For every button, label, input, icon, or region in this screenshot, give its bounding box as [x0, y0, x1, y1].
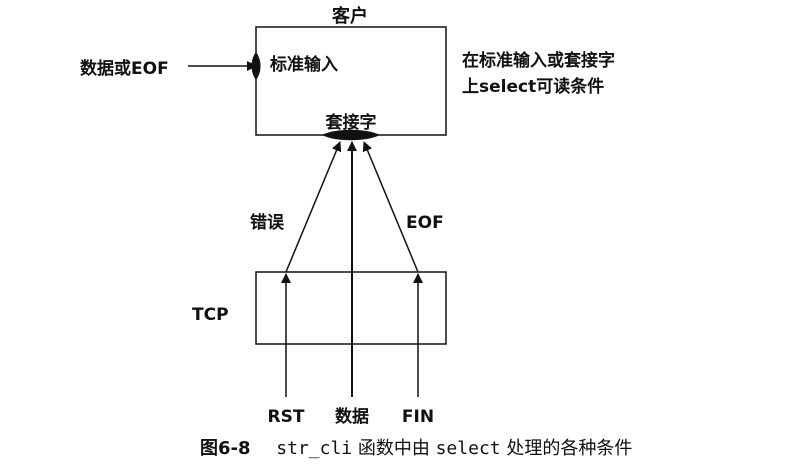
note-line-2: 上select可读条件 [462, 76, 604, 97]
fin-label: FIN [402, 407, 434, 427]
client-title: 客户 [332, 5, 368, 27]
caption-text-2: 处理的各种条件 [506, 438, 632, 459]
caption-select: select [436, 438, 501, 459]
stdin-port [251, 52, 261, 80]
eof-arrow [362, 141, 419, 273]
tcp-label: TCP [192, 305, 229, 325]
figure-caption: 图6-8 str_cli 函数中由 select 处理的各种条件 [200, 438, 632, 459]
caption-func: str_cli [276, 438, 352, 459]
note-line-1: 在标准输入或套接字 [462, 50, 615, 71]
stdin-label: 标准输入 [270, 54, 338, 75]
error-arrow [285, 141, 342, 273]
caption-figure-no: 图6-8 [200, 438, 251, 459]
rst-label: RST [268, 407, 305, 427]
eof-label: EOF [406, 213, 444, 233]
caption-text-1: 函数中由 [358, 438, 430, 459]
error-label: 错误 [250, 212, 285, 233]
input-label: 数据或EOF [80, 58, 169, 79]
data-label: 数据 [335, 406, 369, 427]
select-conditions-diagram: 客户 标准输入 套接字 数据或EOF 在标准输入或套接字 上select可读条件… [80, 5, 632, 459]
